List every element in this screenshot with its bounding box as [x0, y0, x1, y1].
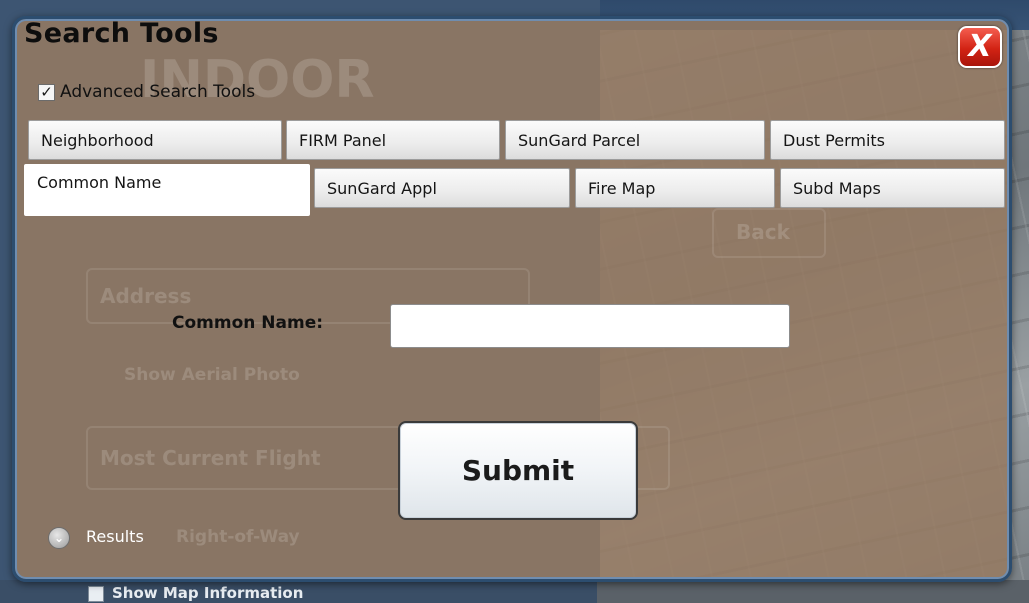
- show-map-information-label: Show Map Information: [112, 584, 304, 602]
- dialog-title: Search Tools: [24, 18, 219, 49]
- tab-fire-map[interactable]: Fire Map: [575, 168, 775, 208]
- common-name-label: Common Name:: [172, 313, 324, 333]
- chevron-down-icon[interactable]: ⌄: [48, 527, 70, 549]
- tab-firm-panel[interactable]: FIRM Panel: [286, 120, 500, 160]
- close-button[interactable]: X: [958, 26, 1002, 68]
- common-name-input[interactable]: [390, 304, 790, 348]
- tab-subd-maps[interactable]: Subd Maps: [780, 168, 1005, 208]
- tab-sungard-parcel[interactable]: SunGard Parcel: [505, 120, 765, 160]
- show-map-information-checkbox[interactable]: [88, 586, 104, 602]
- advanced-search-label[interactable]: Advanced Search Tools: [60, 82, 255, 102]
- tab-sungard-appl[interactable]: SunGard Appl: [314, 168, 570, 208]
- tab-common-name[interactable]: Common Name: [24, 164, 310, 216]
- tab-neighborhood[interactable]: Neighborhood: [28, 120, 282, 160]
- results-label[interactable]: Results: [86, 527, 144, 546]
- tab-dust-permits[interactable]: Dust Permits: [770, 120, 1005, 160]
- submit-button[interactable]: Submit: [398, 421, 638, 520]
- advanced-search-checkbox[interactable]: ✓: [38, 84, 55, 101]
